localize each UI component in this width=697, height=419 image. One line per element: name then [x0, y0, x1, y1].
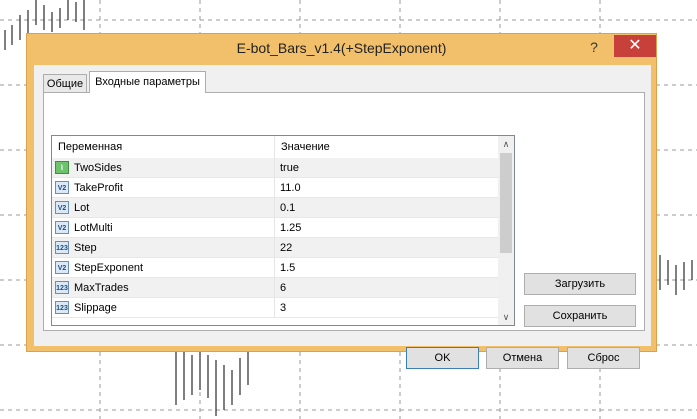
dialog-body: Общие Входные параметры Переменная Значе…	[34, 65, 651, 369]
close-button[interactable]: ✕	[614, 35, 656, 57]
table-row[interactable]: 123 Step 22	[52, 238, 498, 258]
table-row[interactable]: 123 Slippage 3	[52, 298, 498, 318]
table-row[interactable]: 123 MaxTrades 6	[52, 278, 498, 298]
reset-button[interactable]: Сброс	[567, 347, 640, 369]
tab-input-parameters[interactable]: Входные параметры	[89, 71, 206, 93]
window-title: E-bot_Bars_v1.4(+StepExponent)	[236, 40, 447, 56]
table-row[interactable]: ⌇ TwoSides true	[52, 158, 498, 178]
parameter-value[interactable]: 6	[280, 282, 286, 294]
parameter-name: TakeProfit	[74, 182, 123, 194]
column-header-variable[interactable]: Переменная	[58, 141, 122, 153]
parameter-value[interactable]: 0.1	[280, 202, 295, 214]
title-bar[interactable]: E-bot_Bars_v1.4(+StepExponent) ? ✕	[27, 34, 656, 64]
parameter-value[interactable]: 3	[280, 302, 286, 314]
double-icon: V2	[55, 221, 69, 234]
parameter-name: Lot	[74, 202, 90, 214]
int-icon: 123	[55, 281, 69, 294]
double-icon: V2	[55, 181, 69, 194]
scrollbar-thumb[interactable]	[500, 153, 512, 253]
column-divider	[274, 178, 275, 198]
vertical-scrollbar[interactable]: ∧ ∨	[498, 136, 514, 325]
help-button[interactable]: ?	[580, 37, 608, 57]
column-divider	[274, 298, 275, 318]
column-divider[interactable]	[274, 136, 275, 158]
bool-icon: ⌇	[55, 161, 69, 174]
column-divider	[274, 258, 275, 278]
scroll-down-arrow-icon[interactable]: ∨	[498, 309, 514, 325]
expert-properties-dialog: E-bot_Bars_v1.4(+StepExponent) ? ✕ Общие…	[26, 33, 657, 369]
parameter-name: TwoSides	[74, 162, 122, 174]
parameter-name: LotMulti	[74, 222, 113, 234]
cancel-button[interactable]: Отмена	[486, 347, 559, 369]
parameter-name: MaxTrades	[74, 282, 129, 294]
double-icon: V2	[55, 261, 69, 274]
table-row[interactable]: V2 LotMulti 1.25	[52, 218, 498, 238]
ok-button[interactable]: OK	[406, 347, 479, 369]
parameter-value[interactable]: true	[280, 162, 299, 174]
parameter-name: Slippage	[74, 302, 117, 314]
table-row[interactable]: V2 Lot 0.1	[52, 198, 498, 218]
parameters-table: Переменная Значение ⌇ TwoSides true V2 T…	[51, 135, 515, 326]
tab-general[interactable]: Общие	[43, 74, 87, 92]
parameter-value[interactable]: 1.25	[280, 222, 301, 234]
save-button[interactable]: Сохранить	[524, 305, 636, 327]
load-button[interactable]: Загрузить	[524, 273, 636, 295]
double-icon: V2	[55, 201, 69, 214]
int-icon: 123	[55, 301, 69, 314]
table-row[interactable]: V2 StepExponent 1.5	[52, 258, 498, 278]
parameter-name: Step	[74, 242, 97, 254]
column-divider	[274, 238, 275, 258]
parameter-name: StepExponent	[74, 262, 144, 274]
column-header-value[interactable]: Значение	[281, 141, 330, 153]
column-divider	[274, 198, 275, 218]
column-divider	[274, 218, 275, 238]
int-icon: 123	[55, 241, 69, 254]
parameter-value[interactable]: 1.5	[280, 262, 295, 274]
column-divider	[274, 278, 275, 298]
parameter-value[interactable]: 22	[280, 242, 292, 254]
table-row[interactable]: V2 TakeProfit 11.0	[52, 178, 498, 198]
scroll-up-arrow-icon[interactable]: ∧	[498, 136, 514, 152]
table-header: Переменная Значение	[52, 136, 498, 159]
column-divider	[274, 158, 275, 178]
parameter-value[interactable]: 11.0	[280, 182, 301, 194]
